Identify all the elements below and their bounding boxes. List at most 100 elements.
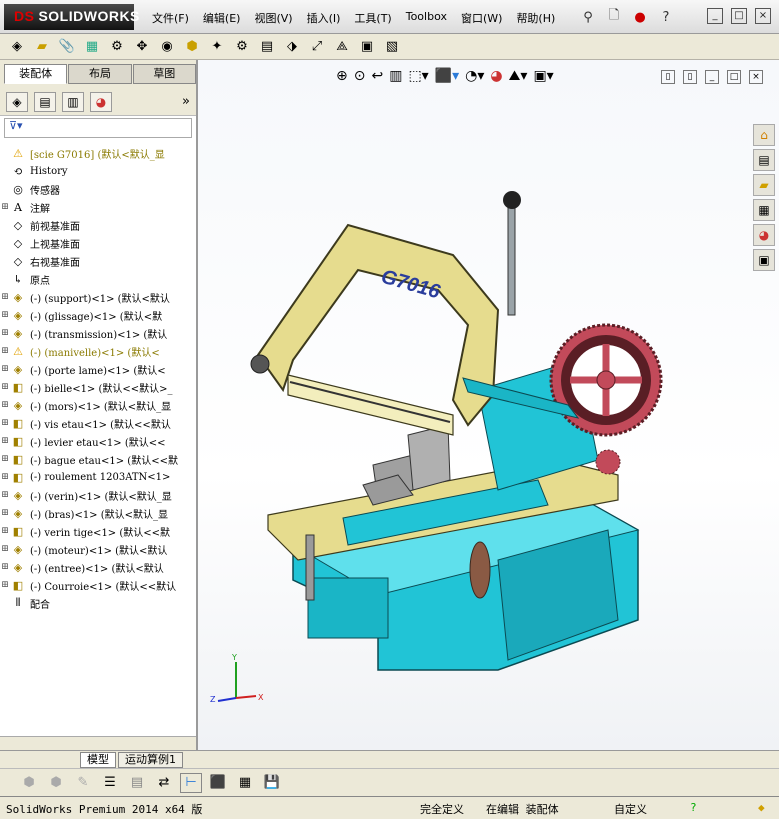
expand-icon[interactable]: ⊞ xyxy=(0,292,10,302)
grid-view-icon[interactable]: ▦ xyxy=(234,773,256,793)
tag-icon[interactable]: ◆ xyxy=(758,801,765,814)
menu-view[interactable]: 视图(V) xyxy=(254,10,292,26)
menu-help[interactable]: 帮助(H) xyxy=(516,10,555,26)
menu-toolbox[interactable]: Toolbox xyxy=(406,10,447,26)
tree-item[interactable]: ⊞ ◧ (-) bielle<1> (默认<<默认>_ xyxy=(0,378,196,396)
smart-fasteners-icon[interactable]: ⚙ xyxy=(106,37,128,57)
filter-field[interactable]: ⊽▾ xyxy=(4,118,192,138)
configuration-manager-icon[interactable]: ▥ xyxy=(62,91,84,112)
expand-icon[interactable]: ⊞ xyxy=(0,346,10,356)
menu-file[interactable]: 文件(F) xyxy=(152,10,189,26)
tree-item[interactable]: ↳ 原点 xyxy=(0,270,196,288)
rebuild-icon[interactable]: ⬢ xyxy=(18,773,40,793)
expand-icon[interactable]: ⊞ xyxy=(0,526,10,536)
tree-item[interactable]: ⊞ ⚠ (-) (manivelle)<1> (默认< xyxy=(0,342,196,360)
expand-icon[interactable]: ⊞ xyxy=(0,202,10,212)
interference-icon[interactable]: ⟁ xyxy=(331,37,353,57)
triad-view-icon[interactable]: ⊢ xyxy=(180,772,202,793)
cube-view-icon[interactable]: ⬛ xyxy=(207,773,229,793)
expand-icon[interactable]: ⊞ xyxy=(0,382,10,392)
expand-icon[interactable]: ⊞ xyxy=(0,472,10,482)
expand-icon[interactable]: ⊞ xyxy=(0,544,10,554)
hide-component-icon[interactable]: ⬢ xyxy=(45,773,67,793)
tree-item[interactable]: ⊞ ◈ (-) (glissage)<1> (默认<默 xyxy=(0,306,196,324)
new-part-icon[interactable]: ◈ xyxy=(6,37,28,57)
mate-icon[interactable]: 📎 xyxy=(56,37,78,57)
appearance-manager-icon[interactable]: ◕ xyxy=(90,91,112,112)
table-view-icon[interactable]: ▤ xyxy=(126,773,148,793)
tree-item[interactable]: ⊞ ◈ (-) (entree)<1> (默认<默认 xyxy=(0,558,196,576)
tree-item[interactable]: ⊞ ◈ (-) (transmission)<1> (默认 xyxy=(0,324,196,342)
tree-item[interactable]: ⊞ A 注解 xyxy=(0,198,196,216)
tree-item[interactable]: ⊞ ◈ (-) (porte lame)<1> (默认< xyxy=(0,360,196,378)
minimize-button[interactable]: _ xyxy=(707,8,723,24)
tree-item[interactable]: ⊞ ◧ (-) roulement 1203ATN<1> xyxy=(0,468,196,486)
tree-item[interactable]: ⊞ ◈ (-) (support)<1> (默认<默认 xyxy=(0,288,196,306)
menu-tools[interactable]: 工具(T) xyxy=(354,10,391,26)
saw-model[interactable]: G7016 Y X Z xyxy=(198,60,779,750)
expand-icon[interactable]: ⊞ xyxy=(0,562,10,572)
horizontal-scrollbar[interactable] xyxy=(0,736,196,750)
show-hidden-icon[interactable]: ◉ xyxy=(156,37,178,57)
bill-of-materials-icon[interactable]: ▤ xyxy=(256,37,278,57)
list-view-icon[interactable]: ☰ xyxy=(99,773,121,793)
exploded-view-icon[interactable]: ⬗ xyxy=(281,37,303,57)
tab-assembly[interactable]: 装配体 xyxy=(4,64,68,84)
tree-item[interactable]: ⫴ 配合 xyxy=(0,594,196,612)
traffic-light-icon[interactable]: ● xyxy=(630,7,650,27)
property-manager-icon[interactable]: ▤ xyxy=(34,91,56,112)
expand-icon[interactable]: ⊞ xyxy=(0,508,10,518)
explode-line-icon[interactable]: ⤢ xyxy=(306,37,328,57)
assembly-features-icon[interactable]: ⬢ xyxy=(181,37,203,57)
tree-item[interactable]: ⊞ ◧ (-) vis etau<1> (默认<<默认 xyxy=(0,414,196,432)
tree-item[interactable]: ◇ 前视基准面 xyxy=(0,216,196,234)
tree-item[interactable]: ◎ 传感器 xyxy=(0,180,196,198)
new-document-icon[interactable]: 🗋 xyxy=(604,7,624,27)
expand-icon[interactable]: ⊞ xyxy=(0,328,10,338)
expand-icon[interactable]: ⊞ xyxy=(0,454,10,464)
expand-panel-icon[interactable]: » xyxy=(182,94,190,109)
expand-icon[interactable]: ⊞ xyxy=(0,364,10,374)
help-icon[interactable]: ? xyxy=(690,801,697,814)
tree-item[interactable]: ⊞ ◧ (-) Courroie<1> (默认<<默认 xyxy=(0,576,196,594)
tab-sketch[interactable]: 草图 xyxy=(132,64,196,84)
open-icon[interactable]: ▰ xyxy=(31,37,53,57)
move-component-icon[interactable]: ✥ xyxy=(131,37,153,57)
component-pattern-icon[interactable]: ▦ xyxy=(81,37,103,57)
restore-button[interactable]: □ xyxy=(731,8,747,24)
new-motion-study-icon[interactable]: ⚙ xyxy=(231,37,253,57)
tree-item[interactable]: ◇ 上视基准面 xyxy=(0,234,196,252)
help-icon[interactable]: ? xyxy=(656,7,676,27)
expand-icon[interactable]: ⊞ xyxy=(0,400,10,410)
tree-item[interactable]: ◇ 右视基准面 xyxy=(0,252,196,270)
reference-geometry-icon[interactable]: ✦ xyxy=(206,37,228,57)
swap-icon[interactable]: ⇄ xyxy=(153,773,175,793)
pin-icon[interactable]: ⚲ xyxy=(578,7,598,27)
solidworks-logo[interactable]: DS SOLIDWORKS xyxy=(4,4,139,30)
menu-window[interactable]: 窗口(W) xyxy=(461,10,502,26)
tree-item[interactable]: ⊞ ◈ (-) (moteur)<1> (默认<默认 xyxy=(0,540,196,558)
tree-item[interactable]: ⊞ ◧ (-) bague etau<1> (默认<<默 xyxy=(0,450,196,468)
tree-item[interactable]: ⚠ [scie G7016] (默认<默认_显 xyxy=(0,144,196,162)
units-selector[interactable]: 自定义 xyxy=(614,801,647,817)
edit-component-icon[interactable]: ✎ xyxy=(72,773,94,793)
speedpak-icon[interactable]: ▧ xyxy=(381,37,403,57)
save-view-icon[interactable]: 💾 xyxy=(261,773,283,793)
tree-item[interactable]: ⊞ ◈ (-) (verin)<1> (默认<默认_显 xyxy=(0,486,196,504)
menu-insert[interactable]: 插入(I) xyxy=(307,10,341,26)
tree-item[interactable]: ⊞ ◈ (-) (mors)<1> (默认<默认_显 xyxy=(0,396,196,414)
tree-item[interactable]: ⊞ ◈ (-) (bras)<1> (默认<默认_显 xyxy=(0,504,196,522)
tab-layout[interactable]: 布局 xyxy=(68,64,132,84)
feature-manager-icon[interactable]: ◈ xyxy=(6,91,28,112)
tree-item[interactable]: ⟲ History xyxy=(0,162,196,180)
tree-item[interactable]: ⊞ ◧ (-) levier etau<1> (默认<< xyxy=(0,432,196,450)
tab-model[interactable]: 模型 xyxy=(80,751,116,768)
menu-edit[interactable]: 编辑(E) xyxy=(203,10,241,26)
instant3d-icon[interactable]: ▣ xyxy=(356,37,378,57)
expand-icon[interactable]: ⊞ xyxy=(0,490,10,500)
graphics-area[interactable]: ⊕ ⊙ ↩ ▥ ⬚▾ ⬛▾ ◔▾ ◕ ⛰▾ ▣▾ ▯ ▯ _ □ × ⌂ ▤ ▰… xyxy=(198,60,779,750)
tree-item[interactable]: ⊞ ◧ (-) verin tige<1> (默认<<默 xyxy=(0,522,196,540)
expand-icon[interactable]: ⊞ xyxy=(0,436,10,446)
tab-motion-study[interactable]: 运动算例1 xyxy=(118,751,183,768)
expand-icon[interactable]: ⊞ xyxy=(0,310,10,320)
